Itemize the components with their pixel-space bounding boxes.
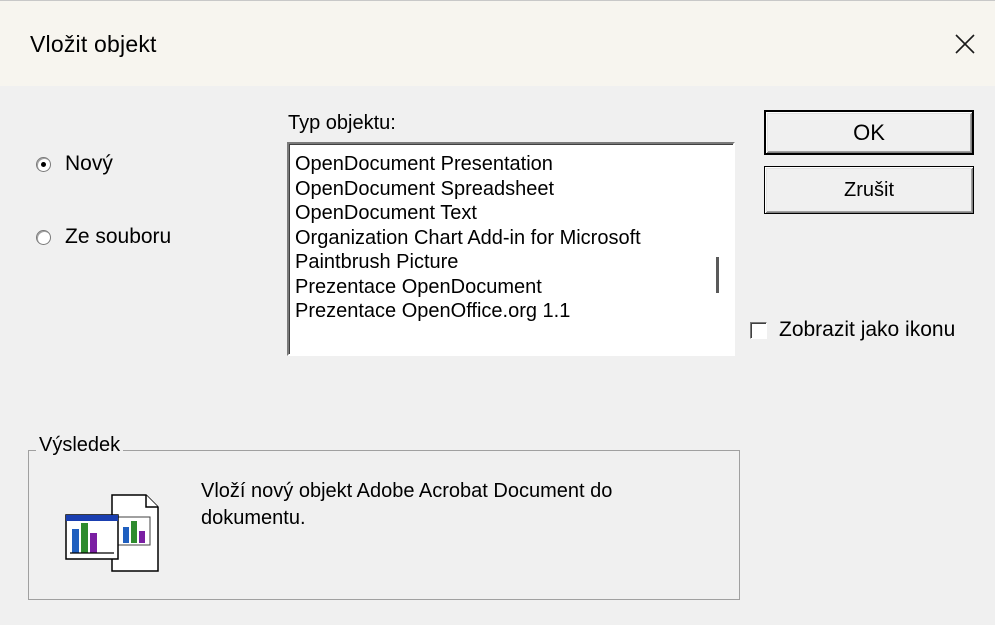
checkbox-box[interactable]: [750, 321, 767, 339]
cancel-button[interactable]: Zrušit: [764, 166, 974, 214]
result-description: Vloží nový objekt Adobe Acrobat Document…: [201, 480, 613, 529]
list-item[interactable]: OpenDocument Presentation: [295, 152, 709, 177]
radio-from-file[interactable]: Ze souboru: [36, 225, 171, 249]
radio-new-label: Nový: [65, 152, 113, 175]
list-item[interactable]: Prezentace OpenOffice.org 1.1: [295, 299, 709, 324]
list-item[interactable]: Organization Chart Add-in for Microsoft: [295, 226, 709, 251]
dialog-body: Nový Ze souboru Typ objektu: OpenDocumen…: [0, 0, 995, 625]
radio-button-from-file[interactable]: [36, 229, 51, 245]
display-as-icon-checkbox[interactable]: Zobrazit jako ikonu: [750, 318, 955, 342]
radio-button-new[interactable]: [36, 156, 51, 172]
list-item[interactable]: OpenDocument Spreadsheet: [295, 177, 709, 202]
list-item[interactable]: Paintbrush Picture: [295, 250, 709, 275]
list-item[interactable]: Prezentace OpenDocument: [295, 275, 709, 300]
list-item[interactable]: OpenDocument Text: [295, 201, 709, 226]
object-type-label: Typ objektu:: [288, 112, 396, 134]
ok-button[interactable]: OK: [764, 110, 974, 155]
result-group-label: Výsledek: [36, 434, 124, 457]
radio-from-file-label: Ze souboru: [65, 225, 172, 248]
object-type-list[interactable]: OpenDocument Presentation OpenDocument S…: [287, 142, 735, 356]
insert-object-icon: [60, 493, 170, 573]
scrollbar-thumb[interactable]: [716, 257, 719, 293]
display-as-icon-label: Zobrazit jako ikonu: [779, 318, 956, 341]
radio-new[interactable]: Nový: [36, 152, 113, 176]
